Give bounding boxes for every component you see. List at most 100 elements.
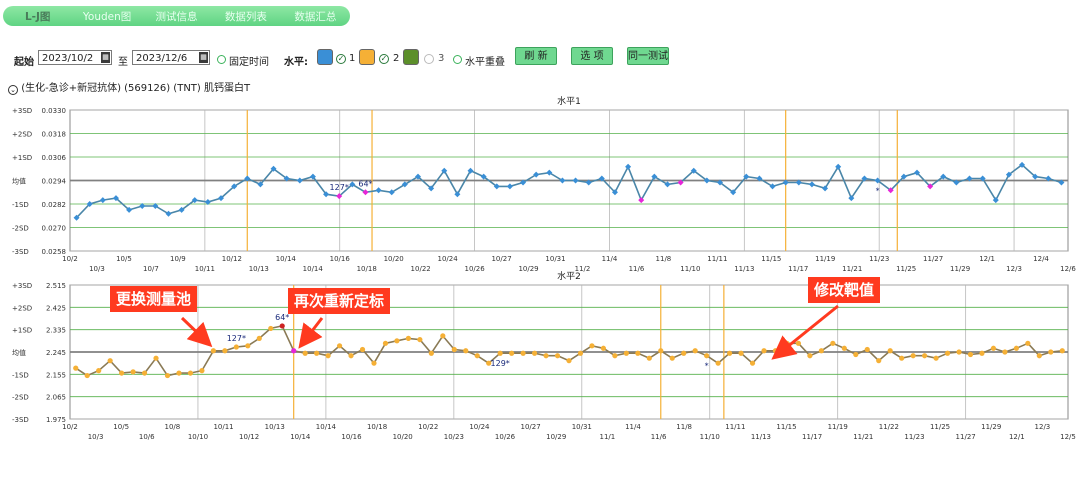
x-tick-label: 10/11 (213, 423, 233, 431)
data-point (566, 358, 572, 364)
data-point (474, 353, 480, 359)
data-point (589, 343, 595, 349)
start-date-input[interactable]: 2023/10/2 ▦ (38, 50, 112, 65)
point-annotation: 127* (330, 183, 349, 192)
refresh-button[interactable]: 刷 新 (515, 47, 557, 65)
data-point (405, 335, 412, 341)
calendar-icon[interactable]: ▦ (199, 52, 208, 63)
end-date-value: 2023/12/6 (136, 53, 188, 64)
data-point (692, 348, 698, 354)
sd-label: +3SD (12, 107, 32, 115)
options-button[interactable]: 选 项 (571, 47, 613, 65)
data-point (715, 360, 721, 366)
x-tick-label: 12/1 (1009, 433, 1025, 441)
x-tick-label: 11/13 (734, 265, 754, 273)
same-test-button[interactable]: 同一测试 (627, 47, 669, 65)
y-tick-label: 2.425 (46, 304, 66, 312)
tab-0[interactable]: L-J图 (3, 9, 72, 24)
level3-checkbox[interactable] (424, 54, 434, 64)
data-point (990, 345, 997, 351)
x-tick-label: 11/17 (802, 433, 822, 441)
data-point (646, 355, 652, 361)
x-tick-label: 10/9 (170, 255, 186, 263)
x-tick-label: 10/11 (195, 265, 215, 273)
calendar-icon[interactable]: ▦ (101, 52, 110, 63)
x-tick-label: 11/23 (869, 255, 889, 263)
y-tick-label: 2.515 (46, 282, 66, 290)
data-point (199, 368, 205, 374)
tab-2[interactable]: 测试信息 (142, 9, 211, 24)
data-point (704, 353, 710, 359)
level2-checkbox[interactable]: ✓ (379, 54, 389, 64)
x-tick-label: 10/22 (418, 423, 438, 431)
x-tick-label: 11/13 (751, 433, 771, 441)
data-point (876, 358, 882, 364)
x-tick-label: 11/8 (676, 423, 692, 431)
data-point (1013, 345, 1019, 351)
x-tick-label: 12/5 (1060, 433, 1076, 441)
x-tick-label: 10/14 (276, 255, 297, 263)
overlap-radio[interactable] (453, 55, 462, 64)
y-tick-label: 0.0330 (42, 107, 67, 115)
y-tick-label: 2.065 (46, 394, 66, 402)
data-point (348, 353, 354, 359)
y-tick-label: 0.0282 (42, 201, 67, 209)
tab-4[interactable]: 数据汇总 (281, 9, 350, 24)
data-point (84, 372, 90, 379)
x-tick-label: 10/3 (89, 265, 105, 273)
sd-label: +2SD (12, 131, 32, 139)
x-tick-label: 11/19 (828, 423, 848, 431)
sd-label: -1SD (12, 371, 29, 379)
callout-recalibrate: 再次重新定标 (288, 288, 391, 314)
x-tick-label: 10/14 (316, 423, 337, 431)
level2-label: 2 (393, 53, 400, 64)
data-point (944, 350, 951, 356)
x-tick-label: 11/21 (853, 433, 873, 441)
data-point (738, 350, 744, 356)
tab-1[interactable]: Youden图 (72, 9, 141, 24)
x-tick-label: 10/16 (341, 433, 362, 441)
x-tick-label: 12/3 (1006, 265, 1022, 273)
callout-change-cuvette: 更换测量池 (110, 286, 198, 312)
x-tick-label: 10/29 (518, 265, 538, 273)
sd-label: 均值 (12, 348, 26, 357)
data-point (658, 348, 664, 354)
data-point (509, 350, 515, 356)
x-tick-label: 11/29 (981, 423, 1001, 431)
fixed-time-radio[interactable] (217, 55, 226, 64)
data-point (554, 353, 561, 359)
level1-checkbox[interactable]: ✓ (336, 54, 346, 64)
x-tick-label: 10/13 (265, 423, 285, 431)
data-point (463, 348, 469, 354)
x-tick-label: 10/27 (521, 423, 541, 431)
data-point (153, 355, 159, 361)
data-point (979, 350, 985, 356)
level1-color-swatch[interactable] (317, 49, 333, 65)
level2-color-swatch[interactable] (359, 49, 375, 65)
sd-label: -1SD (12, 201, 29, 209)
x-tick-label: 11/6 (629, 265, 645, 273)
y-tick-label: 0.0318 (42, 131, 67, 139)
data-point (922, 353, 928, 359)
x-tick-label: 10/5 (116, 255, 132, 263)
x-tick-label: 10/14 (290, 433, 311, 441)
level3-color-swatch[interactable] (403, 49, 419, 65)
x-tick-label: 12/6 (1060, 265, 1076, 273)
overlap-label: 水平重叠 (465, 57, 505, 68)
x-tick-label: 11/10 (680, 265, 700, 273)
callout-modify-target: 修改靶值 (808, 277, 881, 303)
data-point (761, 348, 767, 354)
data-point (497, 350, 503, 356)
tab-bar: L-J图 Youden图 测试信息 数据列表 数据汇总 (3, 6, 350, 26)
tab-3[interactable]: 数据列表 (211, 9, 280, 24)
data-point (543, 353, 549, 359)
data-point (141, 370, 148, 376)
y-tick-label: 2.245 (46, 349, 66, 357)
end-date-input[interactable]: 2023/12/6 ▦ (132, 50, 210, 65)
data-point (245, 343, 251, 349)
data-point (887, 348, 893, 354)
x-tick-label: 11/10 (700, 433, 720, 441)
x-tick-label: 11/21 (842, 265, 862, 273)
point-annotation: * (705, 362, 709, 371)
point-annotation: 129* (491, 359, 510, 368)
